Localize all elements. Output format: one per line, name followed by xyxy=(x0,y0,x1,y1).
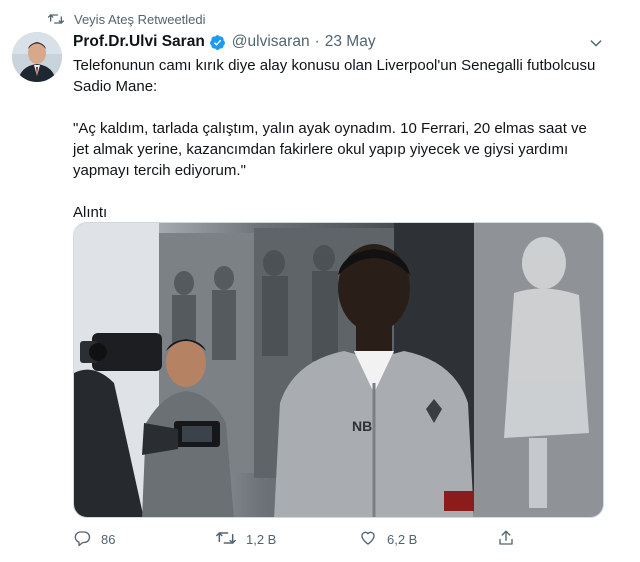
heart-icon xyxy=(359,529,377,550)
tweet-text-quote: "Aç kaldım, tarlada çalıştım, yalın ayak… xyxy=(73,120,587,179)
share-button[interactable] xyxy=(497,528,515,550)
tweet-text: Telefonunun camı kırık diye alay konusu … xyxy=(73,55,598,223)
chevron-down-icon[interactable] xyxy=(586,33,606,53)
like-count: 6,2 B xyxy=(387,531,418,547)
retweeted-by-text: Veyis Ateş Retweetledi xyxy=(74,11,206,27)
reply-count: 86 xyxy=(101,531,116,547)
retweet-icon xyxy=(216,529,236,550)
avatar[interactable] xyxy=(12,32,62,82)
tweet-header: Prof.Dr.Ulvi Saran @ulvisaran · 23 May xyxy=(73,32,376,52)
jersey-lettering: NB xyxy=(352,418,372,434)
tweet-actions: 86 1,2 B 6,2 B xyxy=(73,528,533,550)
retweet-button[interactable]: 1,2 B xyxy=(216,528,276,550)
tweet-photo[interactable]: NB xyxy=(73,222,604,518)
like-button[interactable]: 6,2 B xyxy=(359,528,417,550)
reply-button[interactable]: 86 xyxy=(73,528,115,550)
share-icon xyxy=(497,529,515,550)
tweet-date[interactable]: 23 May xyxy=(325,33,376,51)
tweet-text-intro: Telefonunun camı kırık diye alay konusu … xyxy=(73,57,596,95)
retweet-icon xyxy=(48,12,70,26)
verified-badge-icon xyxy=(209,34,226,51)
separator-dot: · xyxy=(314,33,320,50)
author-name[interactable]: Prof.Dr.Ulvi Saran xyxy=(73,33,205,51)
retweet-banner[interactable]: Veyis Ateş Retweetledi xyxy=(48,9,206,29)
tweet-text-source: Alıntı xyxy=(73,204,108,221)
retweet-count: 1,2 B xyxy=(246,531,277,547)
author-handle[interactable]: @ulvisaran xyxy=(232,33,310,51)
reply-icon xyxy=(73,529,91,550)
